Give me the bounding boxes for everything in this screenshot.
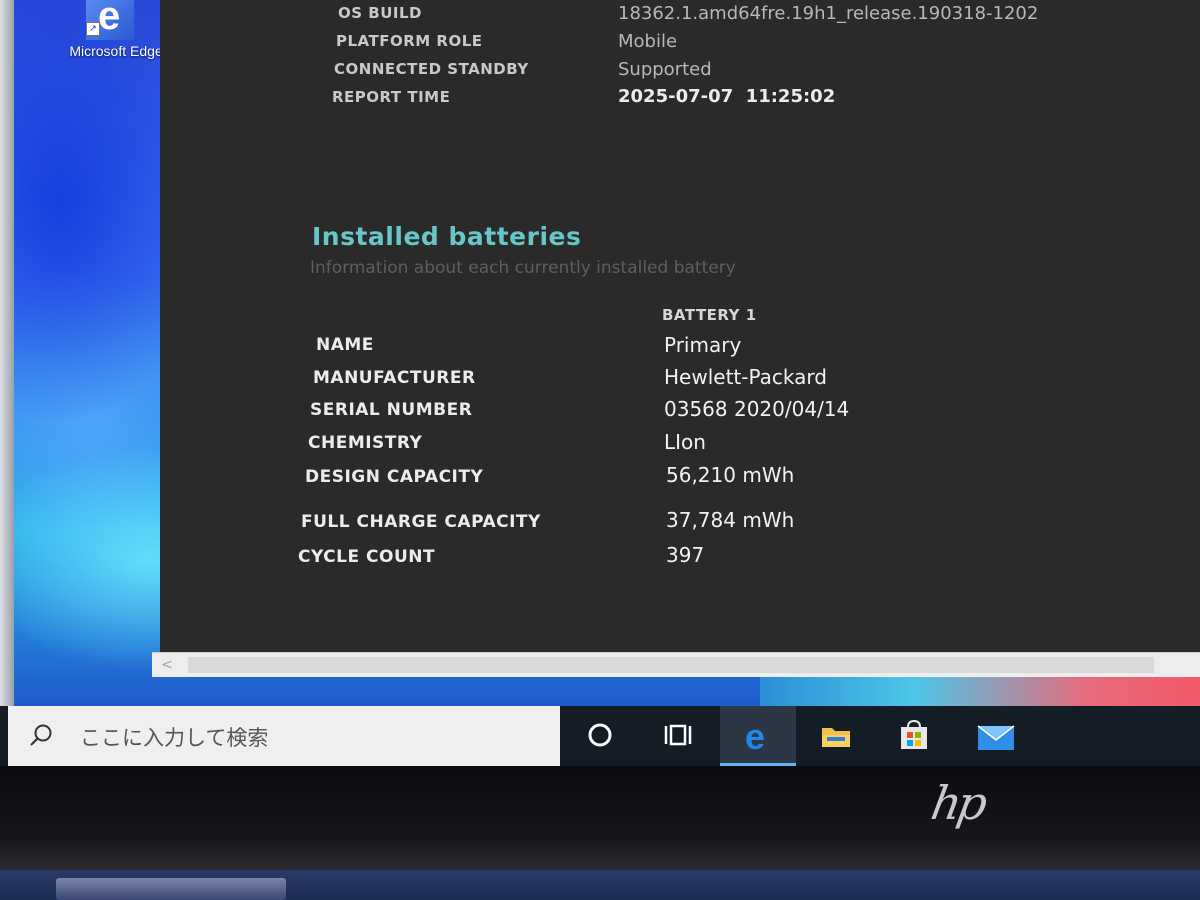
battery-column-header: BATTERY 1 — [662, 306, 757, 324]
battery-serial-value: 03568 2020/04/14 — [664, 397, 850, 421]
battery-design-capacity-value: 56,210 mWh — [666, 463, 795, 487]
search-icon — [30, 724, 52, 746]
battery-chemistry-value: LIon — [664, 430, 706, 454]
screen-bezel-left — [0, 0, 14, 706]
edge-icon: e — [745, 718, 765, 754]
installed-batteries-subtitle: Information about each currently install… — [310, 258, 736, 278]
taskbar: ここに入力して検索 e — [0, 706, 1200, 766]
taskbar-search-box[interactable]: ここに入力して検索 — [8, 706, 560, 766]
desktop-icon-microsoft-edge[interactable]: e ↗ Microsoft Edge — [56, 0, 176, 66]
cortana-button[interactable] — [562, 706, 638, 766]
battery-name-value: Primary — [664, 333, 742, 357]
battery-manufacturer-label: MANUFACTURER — [313, 368, 476, 388]
screen-bezel-bottom — [0, 766, 1200, 870]
report-time-label: REPORT TIME — [332, 88, 451, 106]
desktop-icon-label: Microsoft Edge — [69, 43, 163, 59]
scroll-left-arrow-icon[interactable]: < — [152, 653, 182, 677]
task-view-button[interactable] — [640, 706, 716, 766]
hp-logo: hp — [927, 776, 988, 830]
platform-role-label: PLATFORM ROLE — [336, 32, 483, 50]
cortana-icon — [588, 723, 612, 747]
battery-cycle-count-value: 397 — [666, 543, 705, 567]
laptop-hinge — [56, 878, 286, 900]
desktop-wallpaper-strip — [760, 676, 1200, 706]
file-explorer-icon — [822, 728, 850, 747]
battery-manufacturer-value: Hewlett-Packard — [664, 365, 827, 389]
os-build-value: 18362.1.amd64fre.19h1_release.190318-120… — [618, 3, 1039, 24]
mail-icon — [977, 725, 1015, 750]
installed-batteries-heading: Installed batteries — [312, 222, 582, 251]
edge-icon-glyph: e — [98, 0, 121, 38]
connected-standby-value: Supported — [618, 59, 712, 80]
mail-button[interactable] — [956, 706, 1032, 766]
file-explorer-button[interactable] — [798, 706, 874, 766]
store-icon — [901, 719, 927, 749]
svg-text:e: e — [745, 718, 765, 754]
task-view-icon — [664, 724, 692, 746]
battery-full-charge-capacity-label: FULL CHARGE CAPACITY — [301, 512, 541, 532]
edge-taskbar-button[interactable]: e — [720, 706, 796, 766]
platform-role-value: Mobile — [618, 31, 678, 52]
battery-full-charge-capacity-value: 37,784 mWh — [666, 508, 795, 532]
search-placeholder: ここに入力して検索 — [80, 726, 269, 750]
os-build-label: OS BUILD — [338, 4, 422, 22]
battery-chemistry-label: CHEMISTRY — [308, 433, 423, 453]
battery-name-label: NAME — [316, 335, 374, 355]
horizontal-scrollbar[interactable]: < — [152, 652, 1200, 677]
microsoft-store-button[interactable] — [876, 706, 952, 766]
connected-standby-label: CONNECTED STANDBY — [334, 60, 529, 78]
shortcut-arrow-icon: ↗ — [86, 22, 100, 36]
report-time-value: 2025-07-07 11:25:02 — [618, 86, 836, 107]
battery-design-capacity-label: DESIGN CAPACITY — [305, 467, 484, 487]
battery-serial-label: SERIAL NUMBER — [310, 400, 473, 420]
scrollbar-thumb[interactable] — [188, 657, 1154, 673]
battery-cycle-count-label: CYCLE COUNT — [298, 547, 436, 567]
